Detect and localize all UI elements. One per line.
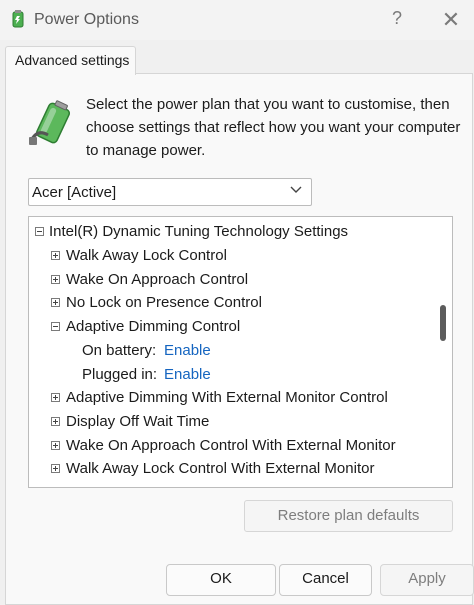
chevron-down-icon: [290, 186, 302, 193]
restore-plan-defaults-button[interactable]: Restore plan defaults: [244, 500, 453, 532]
expand-icon[interactable]: [51, 275, 60, 284]
expand-icon[interactable]: [51, 441, 60, 450]
help-button[interactable]: ?: [384, 8, 410, 32]
power-plan-dropdown[interactable]: Acer [Active]: [28, 178, 312, 206]
ok-button[interactable]: OK: [166, 564, 276, 596]
expand-icon[interactable]: [51, 393, 60, 402]
expand-icon[interactable]: [51, 417, 60, 426]
apply-button[interactable]: Apply: [380, 564, 474, 596]
settings-tree[interactable]: Intel(R) Dynamic Tuning Technology Setti…: [28, 216, 453, 488]
cancel-button[interactable]: Cancel: [279, 564, 372, 596]
tree-scrollbar[interactable]: [434, 217, 452, 487]
tab-advanced-settings[interactable]: Advanced settings: [5, 46, 136, 75]
close-button[interactable]: ✕: [438, 7, 464, 33]
collapse-icon[interactable]: [35, 227, 44, 236]
power-plan-value: Acer [Active]: [32, 184, 117, 201]
expand-icon[interactable]: [51, 251, 60, 260]
power-options-icon: [12, 10, 24, 28]
plugged-in-value-link[interactable]: Enable: [164, 364, 211, 386]
expand-icon[interactable]: [51, 464, 60, 473]
settings-tree-content: Intel(R) Dynamic Tuning Technology Setti…: [29, 217, 434, 487]
tab-label: Advanced settings: [15, 52, 130, 68]
on-battery-value-link[interactable]: Enable: [164, 340, 211, 362]
description-text: Select the power plan that you want to c…: [86, 96, 461, 159]
expand-icon[interactable]: [51, 298, 60, 307]
battery-icon: [29, 100, 71, 145]
title-bar: Power Options ? ✕: [0, 0, 474, 40]
collapse-icon[interactable]: [51, 322, 60, 331]
scrollbar-thumb[interactable]: [440, 305, 446, 341]
window-title: Power Options: [34, 11, 139, 28]
